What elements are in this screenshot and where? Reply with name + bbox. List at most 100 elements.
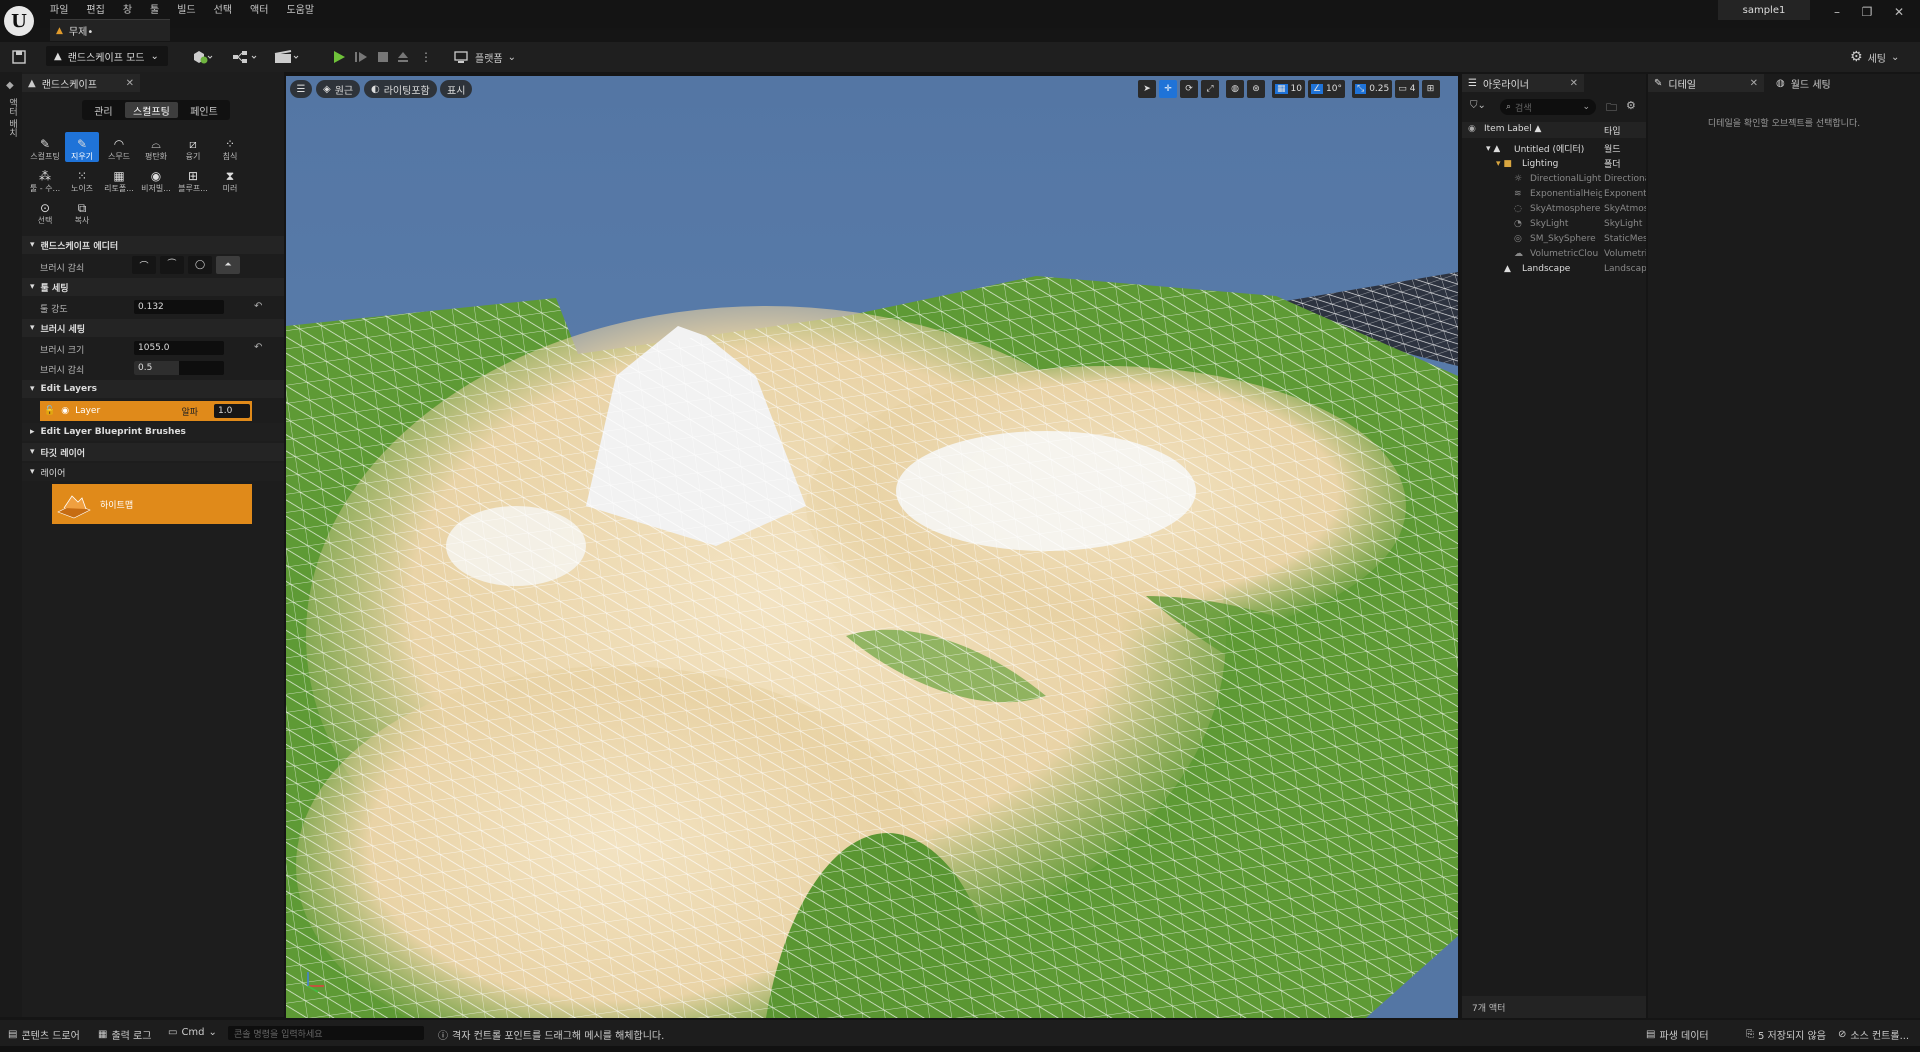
- output-log-button[interactable]: ▦ 출력 로그: [98, 1027, 151, 1042]
- blueprint-button[interactable]: [232, 46, 260, 68]
- lock-icon[interactable]: 🔓: [44, 406, 55, 416]
- tool-sculpt[interactable]: ✎ 스컬프팅: [28, 132, 62, 162]
- content-drawer-button[interactable]: ▤ 콘텐츠 드로어: [8, 1027, 80, 1042]
- level-viewport[interactable]: [286, 76, 1458, 1018]
- falloff-spherical-icon[interactable]: ◯: [188, 256, 212, 274]
- place-actors-icon[interactable]: ◆: [6, 80, 14, 91]
- gear-icon[interactable]: ⚙: [1626, 99, 1636, 112]
- minimize-icon[interactable]: –: [1822, 2, 1852, 22]
- settings-button[interactable]: ⚙ 세팅 ⌄: [1850, 46, 1899, 68]
- console-input[interactable]: 콘솔 명령을 입력하세요: [228, 1026, 424, 1040]
- menu-tools[interactable]: 툴: [150, 1, 159, 16]
- outliner-row-fog[interactable]: ≋ ExponentialHeig Exponenti: [1462, 186, 1646, 201]
- more-options-icon[interactable]: ⋮: [420, 46, 432, 68]
- menu-window[interactable]: 창: [123, 1, 132, 16]
- close-tab-icon[interactable]: ✕: [1570, 78, 1578, 89]
- outliner-row-skylight[interactable]: ◔ SkyLight SkyLight: [1462, 216, 1646, 231]
- tool-select[interactable]: ⊙ 선택: [28, 196, 62, 226]
- play-icon[interactable]: [332, 46, 346, 68]
- tool-blueprint[interactable]: ⊞ 블루프...: [176, 164, 210, 194]
- rotation-snap-button[interactable]: ∠ 10°: [1307, 80, 1345, 98]
- outliner-row-world[interactable]: ▾ ▲ Untitled (에디터) 월드: [1462, 141, 1646, 156]
- outliner-row-directional-light[interactable]: ☼ DirectionalLight Directional: [1462, 171, 1646, 186]
- landscape-tab[interactable]: ▲ 랜드스케이프 ✕: [22, 74, 140, 92]
- falloff-tip-icon[interactable]: ⏶: [216, 256, 240, 274]
- unreal-logo[interactable]: U: [4, 6, 34, 36]
- tab-manage[interactable]: 관리: [86, 102, 120, 118]
- stop-icon[interactable]: [376, 46, 390, 68]
- cinematics-button[interactable]: [274, 46, 302, 68]
- add-folder-icon[interactable]: 🗀: [1606, 99, 1617, 118]
- section-edit-layers[interactable]: ▾ Edit Layers: [22, 380, 284, 398]
- grid-snap-button[interactable]: ▦ 10: [1272, 80, 1305, 98]
- cmd-select[interactable]: ▭ Cmd ⌄: [168, 1027, 217, 1038]
- visibility-column-icon[interactable]: ◉: [1468, 124, 1476, 134]
- tool-hydro[interactable]: ⁂ 툴 - 수...: [28, 164, 62, 194]
- tool-flatten[interactable]: ⌓ 평탄화: [139, 132, 173, 162]
- world-settings-tab[interactable]: ◍ 월드 세팅: [1772, 74, 1872, 92]
- tab-sculpt[interactable]: 스컬프팅: [124, 102, 178, 118]
- eject-icon[interactable]: [396, 46, 410, 68]
- falloff-smooth-icon[interactable]: ⌒: [132, 256, 156, 274]
- step-icon[interactable]: [354, 46, 368, 68]
- lighting-button[interactable]: ◐ 라이팅포함: [364, 80, 437, 98]
- outliner-search[interactable]: ⌕ 검색 ⌄: [1500, 99, 1596, 115]
- perspective-button[interactable]: ◈ 원근: [316, 80, 361, 98]
- section-tool-settings[interactable]: ▾ 툴 세팅: [22, 278, 284, 296]
- outliner-row-skysphere[interactable]: ◎ SM_SkySphere StaticMes: [1462, 231, 1646, 246]
- scale-snap-button[interactable]: ⤡ 0.25: [1352, 80, 1393, 98]
- tool-retopo[interactable]: ▦ 리토폴...: [102, 164, 136, 194]
- menu-select[interactable]: 선택: [214, 1, 232, 16]
- filter-icon[interactable]: ⛉⌄: [1470, 100, 1486, 111]
- close-tab-icon[interactable]: ✕: [126, 78, 134, 89]
- layer-alpha-field[interactable]: 1.0: [214, 404, 250, 418]
- maximize-viewport-icon[interactable]: ⊞: [1421, 80, 1440, 98]
- menu-edit[interactable]: 편집: [86, 1, 104, 16]
- derived-data-button[interactable]: ▤ 파생 데이터: [1646, 1027, 1709, 1042]
- surface-snap-icon[interactable]: ⊛: [1247, 80, 1265, 98]
- world-local-icon[interactable]: ◍: [1226, 80, 1244, 98]
- place-actors-tab[interactable]: 액터 배치: [6, 98, 19, 137]
- viewport-menu-icon[interactable]: ☰: [290, 80, 312, 98]
- section-layers[interactable]: ▾ 레이어: [22, 463, 284, 481]
- show-button[interactable]: 표시: [440, 80, 473, 98]
- menu-file[interactable]: 파일: [50, 1, 68, 16]
- platform-button[interactable]: 플랫폼 ⌄: [454, 46, 516, 68]
- tool-erase[interactable]: ✎ 지우기: [65, 132, 99, 162]
- item-label-column[interactable]: Item Label ▲: [1484, 124, 1541, 134]
- type-column[interactable]: 타입: [1604, 124, 1621, 137]
- menu-build[interactable]: 빌드: [177, 1, 195, 16]
- menu-actor[interactable]: 액터: [250, 1, 268, 16]
- scale-icon[interactable]: ⤢: [1201, 80, 1219, 98]
- section-brush-settings[interactable]: ▾ 브러시 세팅: [22, 319, 284, 337]
- tool-mirror[interactable]: ⧗ 미러: [213, 164, 247, 194]
- close-icon[interactable]: ✕: [1884, 2, 1914, 22]
- rotate-icon[interactable]: ⟳: [1180, 80, 1198, 98]
- reset-icon[interactable]: ↶: [254, 301, 262, 312]
- section-landscape-editor[interactable]: ▾ 랜드스케이프 에디터: [22, 236, 284, 254]
- eye-icon[interactable]: ◉: [61, 406, 69, 416]
- details-tab[interactable]: ✎ 디테일 ✕: [1648, 74, 1764, 92]
- falloff-linear-icon[interactable]: ⏜: [160, 256, 184, 274]
- section-blueprint-brushes[interactable]: ▸ Edit Layer Blueprint Brushes: [22, 423, 284, 441]
- section-target-layer[interactable]: ▾ 타깃 레이어: [22, 443, 284, 461]
- unsaved-button[interactable]: ⎘ 5 저장되지 않음: [1746, 1027, 1826, 1042]
- restore-icon[interactable]: ❐: [1852, 2, 1882, 22]
- edit-layer-row[interactable]: 🔓 ◉ Layer 알파 1.0: [40, 401, 252, 421]
- brush-falloff-field[interactable]: 0.5: [134, 361, 224, 375]
- outliner-row-lighting[interactable]: ▾ ■ Lighting 폴더: [1462, 156, 1646, 171]
- tool-smooth[interactable]: ◠ 스무드: [102, 132, 136, 162]
- tab-paint[interactable]: 페인트: [182, 102, 226, 118]
- translate-icon[interactable]: ✛: [1159, 80, 1177, 98]
- close-tab-icon[interactable]: ✕: [1750, 78, 1758, 89]
- tool-visibility[interactable]: ◉ 비저빌...: [139, 164, 173, 194]
- heightmap-layer[interactable]: 하이트맵: [52, 484, 252, 524]
- tool-strength-field[interactable]: 0.132: [134, 300, 224, 314]
- outliner-tab[interactable]: ☰ 아웃라이너 ✕: [1462, 74, 1584, 92]
- select-mode-icon[interactable]: ➤: [1138, 80, 1156, 98]
- camera-speed-button[interactable]: ▭ 4: [1395, 80, 1419, 98]
- tool-ramp[interactable]: ⧄ 융기: [176, 132, 210, 162]
- reset-icon[interactable]: ↶: [254, 342, 262, 353]
- source-control-button[interactable]: ⊘ 소스 컨트롤...: [1838, 1027, 1909, 1042]
- tool-erosion[interactable]: ⁘ 침식: [213, 132, 247, 162]
